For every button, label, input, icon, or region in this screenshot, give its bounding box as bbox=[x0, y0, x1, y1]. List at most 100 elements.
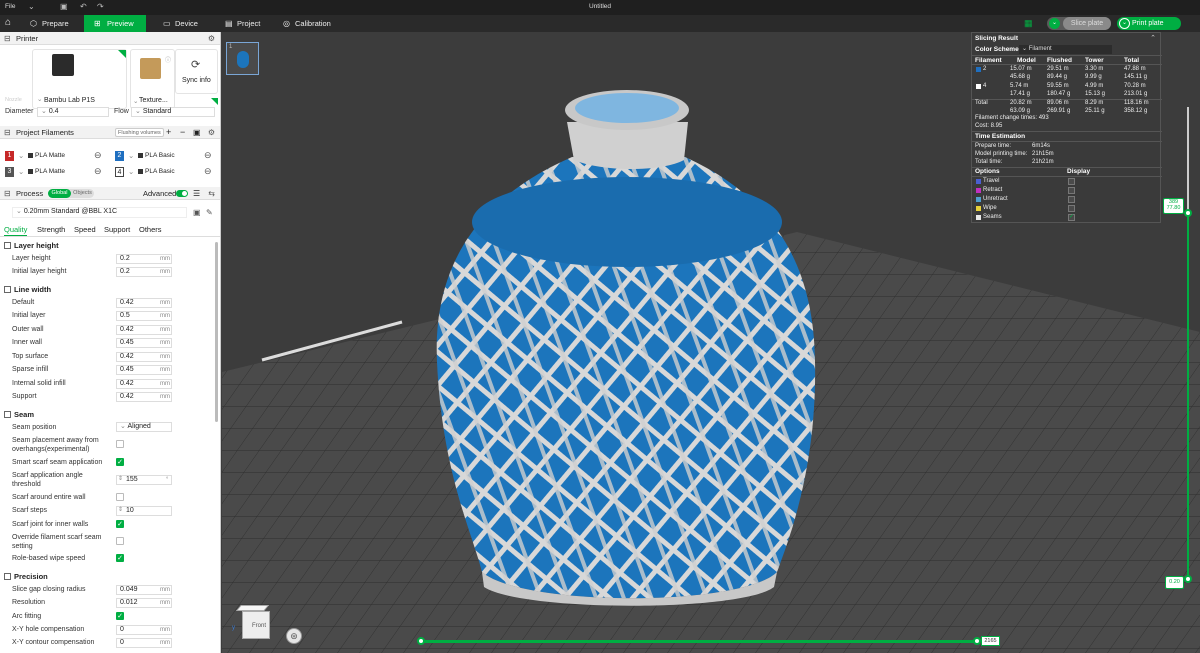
chevron-down-icon[interactable]: ⌄ bbox=[1049, 18, 1060, 29]
travel-display-checkbox[interactable] bbox=[1068, 178, 1075, 185]
gear-icon[interactable]: ⚙ bbox=[208, 32, 215, 45]
project-icon: ▤ bbox=[225, 19, 233, 28]
save-preset-icon[interactable]: ▣ bbox=[193, 208, 201, 217]
setting-label: setting bbox=[12, 543, 33, 550]
process-section-header: ⊟ Process Global Objects Advanced ☰ ⇆ bbox=[0, 187, 220, 200]
printer-card[interactable]: ⌄ Bambu Lab P1S bbox=[32, 49, 127, 109]
seam-position-select[interactable]: ⌄ Aligned bbox=[116, 422, 172, 432]
role-wipe-checkbox[interactable]: ✓ bbox=[116, 554, 124, 562]
remove-icon[interactable]: − bbox=[180, 126, 185, 139]
seams-display-checkbox[interactable]: ✓ bbox=[1068, 214, 1075, 221]
move-slider-track[interactable] bbox=[421, 640, 979, 643]
remove-circle-icon[interactable]: ⊖ bbox=[94, 166, 102, 177]
add-icon[interactable]: + bbox=[166, 126, 171, 139]
navigation-cube[interactable]: Front y bbox=[232, 605, 272, 645]
smart-scarf-checkbox[interactable]: ✓ bbox=[116, 458, 124, 466]
retract-display-checkbox[interactable] bbox=[1068, 187, 1075, 194]
retract-swatch bbox=[976, 188, 981, 193]
layer-slider-top-handle[interactable] bbox=[1184, 209, 1192, 217]
sync-filament-icon[interactable]: ▣ bbox=[193, 126, 201, 139]
scarf-steps-input[interactable]: 10 bbox=[116, 506, 172, 516]
remove-circle-icon[interactable]: ⊖ bbox=[204, 150, 212, 161]
view-reset-icon[interactable]: ⊛ bbox=[286, 628, 302, 644]
flushing-volumes-button[interactable]: Flushing volumes bbox=[115, 128, 164, 137]
tab-device[interactable]: ▭ Device bbox=[159, 15, 214, 32]
chevron-down-icon: ⌄ bbox=[135, 108, 143, 115]
chevron-down-icon: ⌄ bbox=[128, 167, 135, 176]
nozzle-label: Nozzle bbox=[5, 97, 22, 103]
tab-others[interactable]: Others bbox=[139, 225, 162, 234]
info-icon[interactable]: ⓘ bbox=[165, 55, 171, 64]
brand-icon bbox=[28, 169, 33, 174]
tab-quality[interactable]: Quality bbox=[4, 225, 28, 236]
seam-icon bbox=[4, 411, 11, 418]
tab-calibration[interactable]: ◎ Calibration bbox=[279, 15, 341, 32]
tab-speed[interactable]: Speed bbox=[74, 225, 96, 234]
navcube-top-face[interactable] bbox=[236, 605, 270, 611]
advanced-toggle[interactable] bbox=[176, 190, 188, 197]
scarf-inner-checkbox[interactable]: ✓ bbox=[116, 520, 124, 528]
wipe-display-checkbox[interactable] bbox=[1068, 205, 1075, 212]
scarf-around-checkbox[interactable] bbox=[116, 493, 124, 501]
gear-icon[interactable]: ⚙ bbox=[208, 126, 215, 139]
sync-info-button[interactable]: ⟳ Sync info bbox=[175, 49, 218, 94]
flow-select[interactable]: ⌄ Standard bbox=[131, 107, 215, 117]
remove-circle-icon[interactable]: ⊖ bbox=[94, 150, 102, 161]
slice-plate-button[interactable]: ⌄ Slice plate bbox=[1047, 17, 1111, 30]
tab-prepare[interactable]: ⬡ Prepare bbox=[26, 15, 82, 32]
title-bar: File ⌄ ▣ ↶ ↷ Untitled bbox=[0, 0, 1200, 15]
spin-icon[interactable]: ⇕ bbox=[118, 506, 123, 513]
override-scarf-checkbox[interactable] bbox=[116, 537, 124, 545]
collapse-icon[interactable]: ⌃ bbox=[1150, 34, 1156, 42]
seam-away-checkbox[interactable] bbox=[116, 440, 124, 448]
setting-label: Layer height bbox=[12, 255, 51, 262]
plate-card[interactable]: ⓘ ⌄ Texture... bbox=[130, 49, 175, 109]
navcube-front-face[interactable]: Front bbox=[242, 611, 270, 639]
chevron-down-icon: ⌄ bbox=[128, 151, 135, 160]
tab-project[interactable]: ▤ Project bbox=[221, 15, 277, 32]
corner-flag bbox=[118, 50, 126, 58]
plate-thumbnail[interactable]: 1 bbox=[226, 42, 259, 75]
time-estimation-title: Time Estimation bbox=[975, 133, 1026, 140]
compare-icon[interactable]: ⇆ bbox=[208, 187, 215, 200]
scarf-angle-input[interactable]: 155 bbox=[116, 475, 172, 485]
tab-strength[interactable]: Strength bbox=[37, 225, 65, 234]
diameter-select[interactable]: ⌄ 0.4 bbox=[37, 107, 109, 117]
list-icon[interactable]: ☰ bbox=[193, 187, 200, 200]
edit-icon[interactable]: ✎ bbox=[206, 208, 213, 217]
sidebar-scrollbar[interactable] bbox=[215, 242, 218, 422]
setting-label: Seam position bbox=[12, 424, 57, 431]
move-slider-end-handle[interactable] bbox=[973, 637, 981, 645]
tab-preview[interactable]: ⊞ Preview bbox=[84, 15, 146, 32]
process-preset-select[interactable]: ⌄ 0.20mm Standard @BBL X1C bbox=[12, 207, 187, 218]
chevron-down-icon: ⌄ bbox=[133, 98, 139, 105]
setting-label: X-Y contour compensation bbox=[12, 639, 95, 646]
layer-slider-bottom-handle[interactable] bbox=[1184, 575, 1192, 583]
tab-support[interactable]: Support bbox=[104, 225, 130, 234]
filament-item[interactable]: 4 ⌄ PLA Basic ⊖ bbox=[114, 166, 216, 178]
filament-icon: ⊟ bbox=[4, 128, 11, 137]
arc-fitting-checkbox[interactable]: ✓ bbox=[116, 612, 124, 620]
remove-circle-icon[interactable]: ⊖ bbox=[204, 166, 212, 177]
filament-swatch bbox=[976, 67, 981, 72]
global-objects-toggle[interactable]: Global Objects bbox=[48, 189, 94, 198]
brand-icon bbox=[28, 153, 33, 158]
filaments-section-header: ⊟ Project Filaments Flushing volumes + −… bbox=[0, 126, 220, 139]
color-scheme-select[interactable]: ⌄ Filament bbox=[1019, 45, 1112, 54]
layer-slider-top-label: 389 77.80 bbox=[1163, 198, 1184, 214]
setting-label: Default bbox=[12, 299, 35, 306]
filament-item[interactable]: 2 ⌄ PLA Basic ⊖ bbox=[114, 150, 216, 162]
setting-label: Role-based wipe speed bbox=[12, 555, 86, 562]
window-title: Untitled bbox=[588, 3, 612, 10]
printer-section-header[interactable]: ⊟ Printer ⚙ bbox=[0, 32, 220, 45]
move-slider-start-handle[interactable] bbox=[417, 637, 425, 645]
unretract-display-checkbox[interactable] bbox=[1068, 196, 1075, 203]
chevron-down-icon[interactable]: ⌄ bbox=[1119, 18, 1130, 29]
home-icon[interactable]: ⌂ bbox=[5, 17, 11, 28]
filament-item[interactable]: 3 ⌄ PLA Matte ⊖ bbox=[4, 166, 106, 178]
slicing-result-title: Slicing Result bbox=[975, 35, 1018, 42]
layout-icon[interactable]: ▦ bbox=[1024, 18, 1033, 29]
print-plate-button[interactable]: ⌄ Print plate bbox=[1117, 17, 1181, 30]
filament-item[interactable]: 1 ⌄ PLA Matte ⊖ bbox=[4, 150, 106, 162]
spin-icon[interactable]: ⇕ bbox=[118, 475, 123, 482]
